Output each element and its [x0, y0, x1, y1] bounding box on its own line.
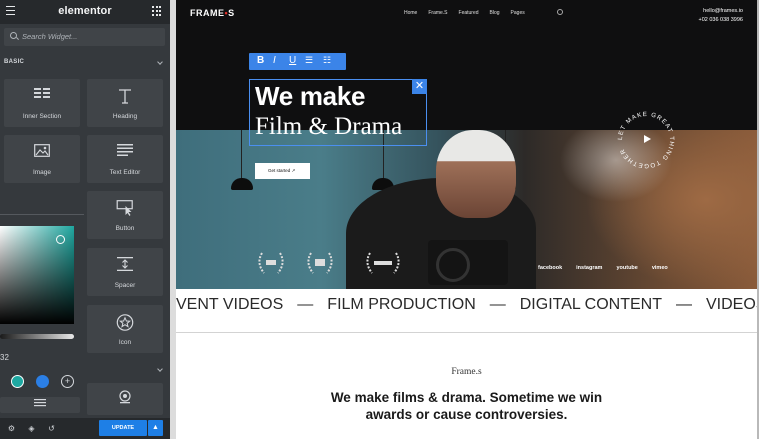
inner-section-icon	[34, 88, 50, 98]
hero-heading-line2[interactable]: Film & Drama	[255, 113, 402, 141]
ticker-item: VIDEOS SOLU	[705, 296, 757, 313]
widget-partial-video[interactable]	[87, 383, 163, 415]
italic-button[interactable]: I	[273, 55, 276, 66]
hero-section[interactable]: FRAME•S Home Frame.S Featured Blog Pages…	[176, 0, 757, 289]
social-vimeo[interactable]: vimeo	[652, 265, 668, 271]
widget-image[interactable]: Image	[4, 135, 80, 183]
site-logo[interactable]: FRAME•S	[190, 8, 235, 18]
history-icon[interactable]: ↺	[47, 424, 56, 433]
category-basic-header[interactable]: BASIC	[4, 59, 24, 65]
add-swatch-button[interactable]: +	[61, 375, 74, 388]
ticker-item: VENT VIDEOS	[176, 296, 284, 313]
ticker-item: DIGITAL CONTENT	[519, 296, 662, 313]
underline-button[interactable]: U	[289, 55, 296, 66]
widget-spacer[interactable]: Spacer	[87, 248, 163, 296]
widget-label: Icon	[118, 339, 132, 346]
hero-heading-line1[interactable]: We make	[255, 81, 365, 112]
divider	[0, 214, 84, 215]
editor-sidebar: elementor Search Widget... BASIC Inner S…	[0, 0, 170, 439]
swatch-teal[interactable]	[11, 375, 24, 388]
video-icon	[119, 390, 131, 404]
spacer-icon	[117, 257, 133, 271]
update-options-button[interactable]: ▲	[148, 420, 163, 436]
bold-button[interactable]: B	[257, 55, 264, 66]
widget-search-input[interactable]: Search Widget...	[4, 28, 165, 46]
close-icon[interactable]: ✕	[412, 79, 427, 94]
text-editor-icon	[34, 399, 46, 407]
widget-label: Inner Section	[22, 113, 62, 120]
chevron-down-icon[interactable]	[157, 366, 163, 372]
widget-label: Button	[115, 225, 135, 232]
social-youtube[interactable]: youtube	[616, 265, 637, 271]
ticker-dash: —	[297, 296, 314, 313]
button-icon	[116, 200, 133, 216]
color-picker-slider[interactable]	[0, 334, 74, 339]
widget-search-placeholder: Search Widget...	[22, 32, 78, 41]
social-links: facebook instagram youtube vimeo	[538, 265, 668, 271]
numbered-list-button[interactable]: ☷	[323, 55, 331, 66]
heading-icon	[119, 89, 131, 104]
image-icon	[34, 144, 50, 157]
social-facebook[interactable]: facebook	[538, 265, 562, 271]
get-started-button[interactable]: Get started ↗	[255, 163, 310, 179]
text-editor-icon	[117, 144, 133, 156]
tagline-line: We make films & drama. Sometime we win	[330, 390, 603, 405]
site-header: FRAME•S Home Frame.S Featured Blog Pages…	[176, 0, 757, 26]
marquee-ticker: VENT VIDEOS — FILM PRODUCTION — DIGITAL …	[176, 296, 757, 314]
contact-info: hello@frames.io +02 036 038 3996	[698, 7, 743, 24]
nav-link-home[interactable]: Home	[404, 10, 417, 16]
widget-icon[interactable]: Icon	[87, 305, 163, 353]
widget-partial[interactable]	[0, 397, 80, 413]
site-nav: Home Frame.S Featured Blog Pages	[404, 10, 525, 16]
nav-link-blog[interactable]: Blog	[490, 10, 500, 16]
layers-icon[interactable]: ◈	[27, 424, 36, 433]
editor-footer: ⚙ ◈ ↺ UPDATE ▲	[0, 418, 170, 439]
widget-label: Spacer	[114, 282, 136, 289]
nav-link-featured[interactable]: Featured	[459, 10, 479, 16]
ticker-dash: —	[675, 296, 692, 313]
chevron-down-icon[interactable]	[157, 59, 163, 65]
lamp-icon	[231, 178, 253, 190]
color-value: 32	[0, 353, 9, 362]
ticker-item: FILM PRODUCTION	[327, 296, 476, 313]
widget-heading[interactable]: Heading	[87, 79, 163, 127]
widget-label: Heading	[112, 113, 138, 120]
widget-label: Image	[32, 169, 52, 176]
award-laurel-icon	[258, 252, 284, 274]
award-laurel-icon	[307, 252, 333, 274]
award-laurel-icon	[366, 252, 400, 274]
widget-text-editor[interactable]: Text Editor	[87, 135, 163, 183]
preview-page: FRAME•S Home Frame.S Featured Blog Pages…	[176, 0, 757, 439]
inline-format-toolbar: B I U ☰ ☷	[249, 53, 346, 70]
divider	[176, 332, 757, 333]
contact-email[interactable]: hello@frames.io	[698, 7, 743, 16]
widget-inner-section[interactable]: Inner Section	[4, 79, 80, 127]
update-button[interactable]: UPDATE	[99, 420, 147, 436]
ticker-dash: —	[489, 296, 506, 313]
widget-label: Text Editor	[109, 169, 141, 176]
about-brand-label: Frame.s	[451, 367, 482, 377]
search-icon[interactable]	[557, 9, 563, 15]
nav-link-frames[interactable]: Frame.S	[428, 10, 447, 16]
widget-button[interactable]: Button	[87, 191, 163, 239]
color-picker-handle[interactable]	[56, 235, 65, 244]
nav-link-pages[interactable]: Pages	[511, 10, 525, 16]
about-tagline: We make films & drama. Sometime we win a…	[176, 389, 757, 423]
person-head	[436, 130, 516, 218]
bullet-list-button[interactable]: ☰	[305, 55, 313, 66]
search-icon	[10, 32, 17, 39]
editor-brand: elementor	[58, 5, 112, 17]
tagline-line: awards or cause controversies.	[365, 407, 568, 422]
contact-phone[interactable]: +02 036 038 3996	[698, 16, 743, 25]
widgets-grid-icon[interactable]	[152, 6, 162, 16]
editor-header: elementor	[0, 0, 170, 24]
social-instagram[interactable]: instagram	[576, 265, 602, 271]
star-icon	[116, 314, 134, 331]
swatch-blue[interactable]	[36, 375, 49, 388]
play-icon[interactable]	[644, 135, 651, 143]
camera-icon	[428, 240, 508, 285]
gear-icon[interactable]: ⚙	[7, 424, 16, 433]
